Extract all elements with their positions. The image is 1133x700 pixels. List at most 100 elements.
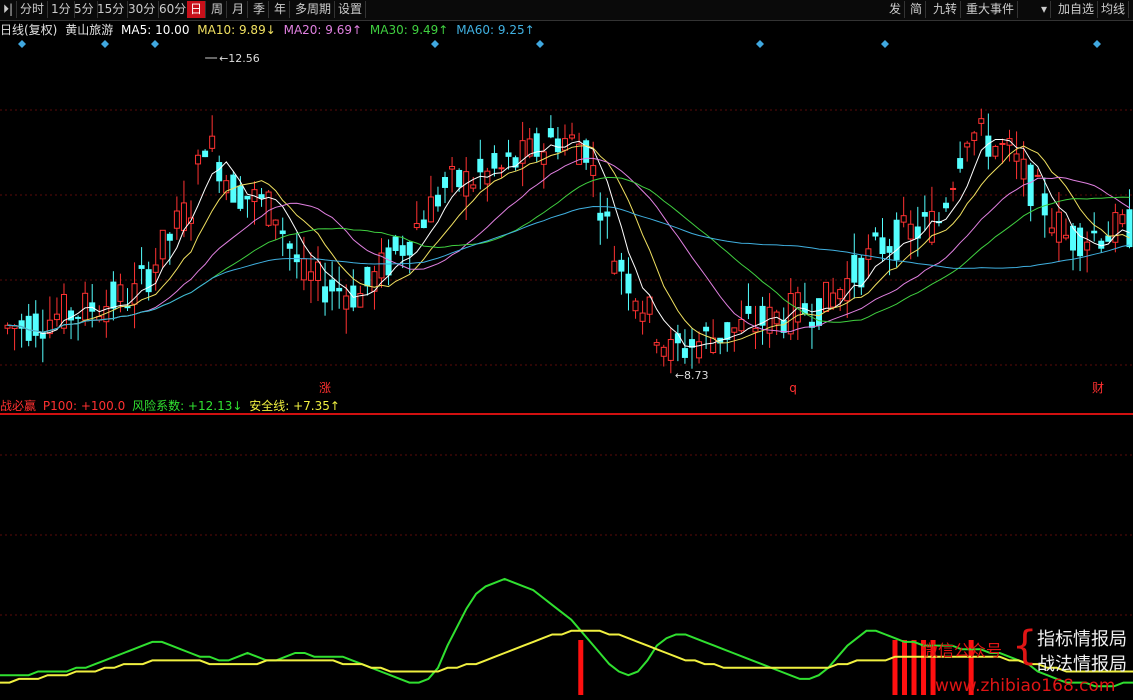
candle-body	[202, 150, 209, 158]
candle-body	[258, 194, 265, 199]
candle-body	[957, 158, 964, 169]
event-marker: 财	[1092, 381, 1104, 395]
candle-body	[985, 135, 992, 157]
candle-body	[625, 273, 632, 294]
candle-body	[569, 134, 576, 139]
candle-body	[399, 245, 406, 256]
candle-body	[964, 142, 971, 148]
candle-body	[1105, 235, 1112, 242]
candle-body	[505, 152, 512, 157]
indicator-red-bar	[901, 640, 907, 695]
candle-body	[681, 348, 688, 358]
candle-body	[82, 292, 89, 321]
candle-body	[999, 142, 1006, 145]
candle-body	[434, 194, 441, 207]
candle-body	[696, 341, 703, 359]
candle-body	[406, 241, 413, 256]
candle-body	[159, 229, 166, 260]
candle-body	[837, 289, 844, 300]
event-diamond	[881, 40, 889, 48]
candle-body	[674, 333, 681, 344]
candle-body	[1119, 214, 1126, 225]
candle-body	[237, 185, 244, 209]
candle-body	[195, 154, 202, 165]
candle-body	[844, 278, 851, 302]
candle-body	[907, 223, 914, 240]
candle-body	[300, 258, 307, 281]
candle-body	[597, 212, 604, 221]
candle-body	[554, 138, 561, 153]
candle-body	[364, 266, 371, 287]
candle-body	[131, 283, 138, 305]
event-diamond	[536, 40, 544, 48]
event-diamond	[151, 40, 159, 48]
candle-body	[392, 236, 399, 252]
candle-body	[611, 260, 618, 274]
candle-body	[307, 271, 314, 281]
candle-body	[1077, 227, 1084, 257]
watermark-url: www.zhibiao168.com	[935, 676, 1116, 696]
candle-body	[858, 257, 865, 288]
watermark-line2: 战法情报局	[1037, 654, 1127, 675]
candle-body	[872, 232, 879, 237]
candle-body	[921, 212, 928, 217]
candle-body	[322, 286, 329, 303]
candle-body	[971, 132, 978, 141]
candle-body	[1020, 158, 1027, 180]
event-diamond	[101, 40, 109, 48]
candle-body	[653, 342, 660, 346]
candle-body	[660, 346, 667, 357]
candle-body	[110, 281, 117, 309]
candle-body	[209, 135, 216, 149]
candle-body	[879, 237, 886, 255]
indicator-red-bar	[892, 640, 898, 695]
candle-body	[618, 259, 625, 272]
candle-body	[385, 247, 392, 276]
candle-body	[851, 254, 858, 283]
candle-body	[688, 339, 695, 348]
candle-body	[865, 248, 872, 260]
candle-body	[1041, 193, 1048, 216]
candle-body	[1027, 164, 1034, 207]
candle-body	[166, 233, 173, 241]
candle-body	[420, 219, 427, 229]
candle-body	[561, 138, 568, 151]
candle-body	[180, 202, 187, 232]
candle-body	[830, 292, 837, 308]
candle-body	[1091, 230, 1098, 234]
candle-body	[477, 158, 484, 173]
candle-body	[667, 339, 674, 361]
stock-chart[interactable]: ←12.56 ←8.73 涨 q 财	[0, 0, 1133, 700]
candle-body	[329, 279, 336, 292]
candle-body	[138, 265, 145, 269]
candle-body	[710, 337, 717, 354]
candle-body	[604, 211, 611, 217]
candle-body	[780, 319, 787, 333]
candle-body	[244, 195, 251, 200]
candle-body	[442, 176, 449, 188]
candle-body	[498, 167, 505, 170]
candle-body	[703, 326, 710, 332]
watermark-left: 微信公众号	[922, 641, 1003, 660]
watermark-brace: {	[1012, 623, 1038, 669]
candle-body	[576, 143, 583, 165]
low-label: ←8.73	[675, 369, 709, 382]
event-marker: 涨	[319, 380, 331, 395]
candle-body	[152, 264, 159, 273]
event-diamond	[1093, 40, 1101, 48]
candle-body	[491, 153, 498, 169]
candle-body	[752, 327, 759, 333]
candle-body	[1062, 234, 1069, 239]
candle-body	[893, 219, 900, 260]
event-diamond	[18, 40, 26, 48]
candle-body	[315, 261, 322, 281]
ma30-line	[7, 176, 1130, 333]
event-marker: q	[789, 381, 797, 395]
event-diamond	[756, 40, 764, 48]
candle-body	[470, 184, 477, 189]
candle-body	[124, 306, 131, 309]
candle-body	[1013, 153, 1020, 162]
candle-body	[639, 312, 646, 322]
candle-body	[992, 145, 999, 157]
candle-body	[53, 313, 60, 321]
